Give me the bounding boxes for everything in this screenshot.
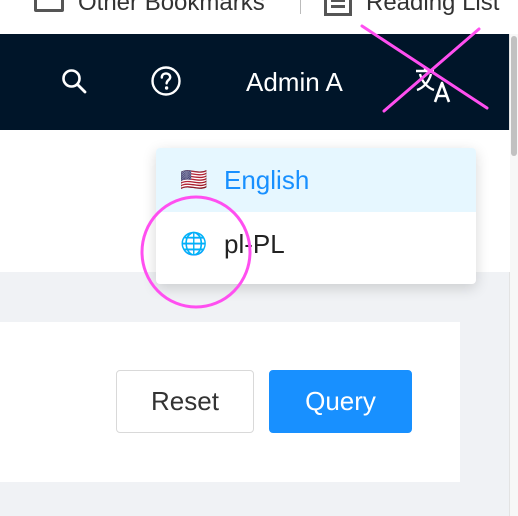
language-option-label: pl-PL (224, 228, 285, 259)
bookmark-reading-list[interactable]: Reading List (324, 0, 499, 18)
language-option-pl-pl[interactable]: 🌐 pl-PL (156, 212, 476, 276)
globe-icon: 🌐 (180, 231, 208, 256)
bookmarks-divider (300, 0, 301, 14)
user-name[interactable]: Admin A (246, 67, 343, 98)
language-option-english[interactable]: 🇺🇸 English (156, 148, 476, 212)
search-icon (62, 69, 87, 94)
reading-list-icon (324, 0, 352, 16)
language-dropdown: 🇺🇸 English 🌐 pl-PL (156, 148, 476, 284)
us-flag-icon: 🇺🇸 (180, 167, 208, 192)
bookmark-reading-label: Reading List (366, 0, 500, 16)
language-switch-button[interactable] (414, 66, 454, 104)
query-button[interactable]: Query (269, 370, 412, 433)
translate-icon (416, 67, 451, 103)
page-scrollbar-thumb[interactable] (511, 36, 517, 156)
bookmark-other[interactable]: Other Bookmarks (34, 0, 265, 18)
bookmarks-bar: Other Bookmarks Reading List (0, 0, 518, 35)
search-button[interactable] (57, 64, 91, 98)
help-button[interactable] (149, 64, 183, 98)
app-header: Admin A (0, 34, 518, 130)
reset-button[interactable]: Reset (116, 370, 254, 433)
help-icon (151, 66, 181, 96)
bookmark-other-label: Other Bookmarks (78, 0, 265, 16)
folder-icon (34, 0, 64, 12)
language-option-label: English (224, 164, 310, 195)
